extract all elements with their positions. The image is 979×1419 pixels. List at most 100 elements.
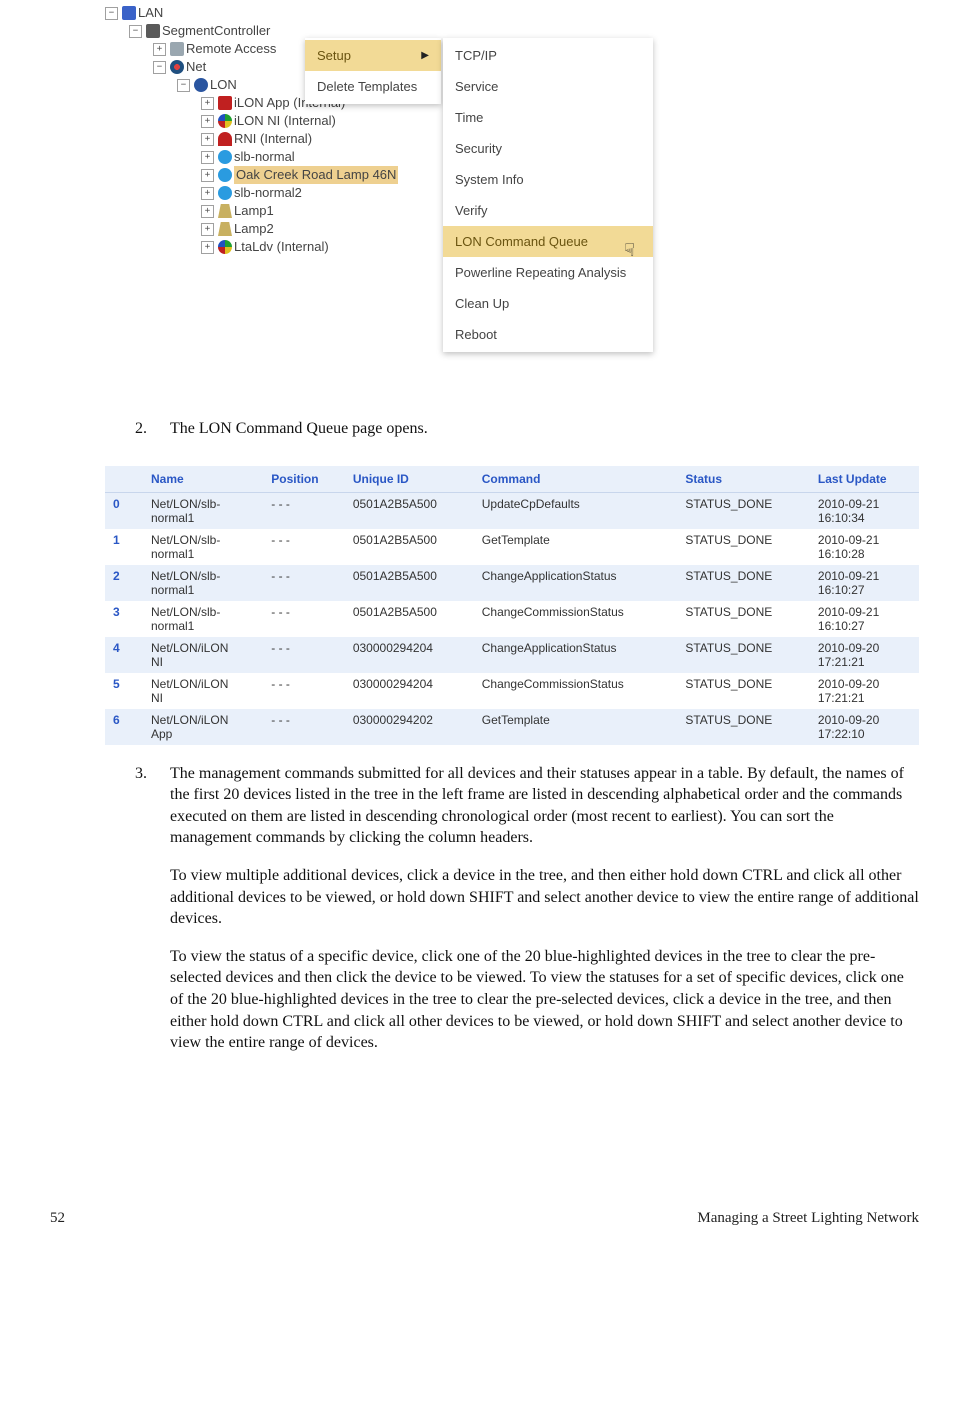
- tree-lon[interactable]: LON: [210, 76, 237, 94]
- cell-status: STATUS_DONE: [677, 601, 810, 637]
- cell-timestamp: 2010-09-2116:10:28: [810, 529, 919, 565]
- expand-icon[interactable]: +: [201, 241, 214, 254]
- tree-item[interactable]: slb-normal: [234, 148, 295, 166]
- cell-timestamp: 2010-09-2017:21:21: [810, 673, 919, 709]
- section-title: Managing a Street Lighting Network: [697, 1210, 919, 1227]
- cell-status: STATUS_DONE: [677, 529, 810, 565]
- expand-icon[interactable]: +: [201, 169, 214, 182]
- cell-index: 2: [105, 565, 143, 601]
- submenu-cleanup[interactable]: Clean Up: [443, 288, 653, 319]
- device-icon: [218, 114, 232, 128]
- col-command[interactable]: Command: [474, 466, 678, 493]
- table-row[interactable]: 6Net/LON/iLONApp- - -030000294202GetTemp…: [105, 709, 919, 745]
- submenu-time[interactable]: Time: [443, 102, 653, 133]
- cell-uid: 030000294204: [345, 637, 474, 673]
- menu-label: Verify: [455, 203, 488, 218]
- cell-uid: 0501A2B5A500: [345, 565, 474, 601]
- tree-item[interactable]: RNI (Internal): [234, 130, 312, 148]
- cell-command: ChangeApplicationStatus: [474, 637, 678, 673]
- cell-position: - - -: [263, 637, 345, 673]
- collapse-icon[interactable]: −: [105, 7, 118, 20]
- tree-item[interactable]: LtaLdv (Internal): [234, 238, 329, 256]
- tree-lan[interactable]: LAN: [138, 4, 163, 22]
- tree-item[interactable]: Lamp1: [234, 202, 274, 220]
- expand-icon[interactable]: +: [201, 97, 214, 110]
- device-icon: [218, 186, 232, 200]
- submenu-reboot[interactable]: Reboot: [443, 319, 653, 350]
- net-icon: [170, 60, 184, 74]
- submenu-security[interactable]: Security: [443, 133, 653, 164]
- submenu-tcpip[interactable]: TCP/IP: [443, 40, 653, 71]
- cell-position: - - -: [263, 565, 345, 601]
- menu-delete-templates[interactable]: Delete Templates: [305, 71, 441, 102]
- body-text: To view multiple additional devices, cli…: [170, 865, 919, 930]
- chevron-right-icon: ▶: [421, 50, 429, 61]
- expand-icon[interactable]: +: [201, 223, 214, 236]
- submenu-sysinfo[interactable]: System Info: [443, 164, 653, 195]
- step-number: 2.: [135, 418, 170, 456]
- expand-icon[interactable]: +: [153, 43, 166, 56]
- col-status[interactable]: Status: [677, 466, 810, 493]
- cell-uid: 030000294204: [345, 673, 474, 709]
- menu-label: Time: [455, 110, 483, 125]
- tree-segctl[interactable]: SegmentController: [162, 22, 270, 40]
- tree-item[interactable]: slb-normal2: [234, 184, 302, 202]
- cell-index: 4: [105, 637, 143, 673]
- submenu-powerline[interactable]: Powerline Repeating Analysis: [443, 257, 653, 288]
- device-icon: [218, 150, 232, 164]
- expand-icon[interactable]: +: [201, 133, 214, 146]
- cell-timestamp: 2010-09-2017:22:10: [810, 709, 919, 745]
- table-row[interactable]: 0Net/LON/slb-normal1- - -0501A2B5A500Upd…: [105, 492, 919, 529]
- col-last[interactable]: Last Update: [810, 466, 919, 493]
- cell-command: ChangeCommissionStatus: [474, 673, 678, 709]
- table-row[interactable]: 2Net/LON/slb-normal1- - -0501A2B5A500Cha…: [105, 565, 919, 601]
- expand-icon[interactable]: +: [201, 187, 214, 200]
- expand-icon[interactable]: +: [201, 205, 214, 218]
- tree-item[interactable]: Lamp2: [234, 220, 274, 238]
- cell-name: Net/LON/slb-normal1: [143, 492, 263, 529]
- lamp-icon: [218, 222, 232, 236]
- expand-icon[interactable]: +: [201, 151, 214, 164]
- menu-label: Powerline Repeating Analysis: [455, 265, 626, 280]
- table-row[interactable]: 4Net/LON/iLONNI- - -030000294204ChangeAp…: [105, 637, 919, 673]
- cell-command: GetTemplate: [474, 529, 678, 565]
- menu-label: Setup: [317, 48, 351, 63]
- table-row[interactable]: 3Net/LON/slb-normal1- - -0501A2B5A500Cha…: [105, 601, 919, 637]
- collapse-icon[interactable]: −: [177, 79, 190, 92]
- device-icon: [218, 132, 232, 146]
- cell-uid: 0501A2B5A500: [345, 601, 474, 637]
- submenu-lon-command-queue[interactable]: LON Command Queue ☟: [443, 226, 653, 257]
- tree-net[interactable]: Net: [186, 58, 206, 76]
- col-rownum[interactable]: [105, 466, 143, 493]
- tree-item[interactable]: iLON NI (Internal): [234, 112, 336, 130]
- expand-icon[interactable]: +: [201, 115, 214, 128]
- menu-label: Service: [455, 79, 498, 94]
- menu-label: Delete Templates: [317, 79, 417, 94]
- setup-submenu: TCP/IP Service Time Security System Info…: [443, 38, 653, 352]
- cell-name: Net/LON/iLONNI: [143, 637, 263, 673]
- tree-remote[interactable]: Remote Access: [186, 40, 276, 58]
- tree-item-selected[interactable]: Oak Creek Road Lamp 46N: [234, 166, 398, 184]
- table-row[interactable]: 5Net/LON/iLONNI- - -030000294204ChangeCo…: [105, 673, 919, 709]
- cell-index: 5: [105, 673, 143, 709]
- collapse-icon[interactable]: −: [153, 61, 166, 74]
- cell-name: Net/LON/slb-normal1: [143, 601, 263, 637]
- cell-position: - - -: [263, 492, 345, 529]
- col-uid[interactable]: Unique ID: [345, 466, 474, 493]
- cell-command: UpdateCpDefaults: [474, 492, 678, 529]
- page-footer: 52 Managing a Street Lighting Network: [0, 1210, 979, 1227]
- device-icon: [218, 96, 232, 110]
- device-icon: [218, 240, 232, 254]
- cell-command: GetTemplate: [474, 709, 678, 745]
- col-name[interactable]: Name: [143, 466, 263, 493]
- cell-index: 6: [105, 709, 143, 745]
- submenu-verify[interactable]: Verify: [443, 195, 653, 226]
- cell-status: STATUS_DONE: [677, 565, 810, 601]
- collapse-icon[interactable]: −: [129, 25, 142, 38]
- body-text: The management commands submitted for al…: [170, 763, 919, 849]
- cell-command: ChangeCommissionStatus: [474, 601, 678, 637]
- col-position[interactable]: Position: [263, 466, 345, 493]
- table-row[interactable]: 1Net/LON/slb-normal1- - -0501A2B5A500Get…: [105, 529, 919, 565]
- submenu-service[interactable]: Service: [443, 71, 653, 102]
- menu-setup[interactable]: Setup ▶: [305, 40, 441, 71]
